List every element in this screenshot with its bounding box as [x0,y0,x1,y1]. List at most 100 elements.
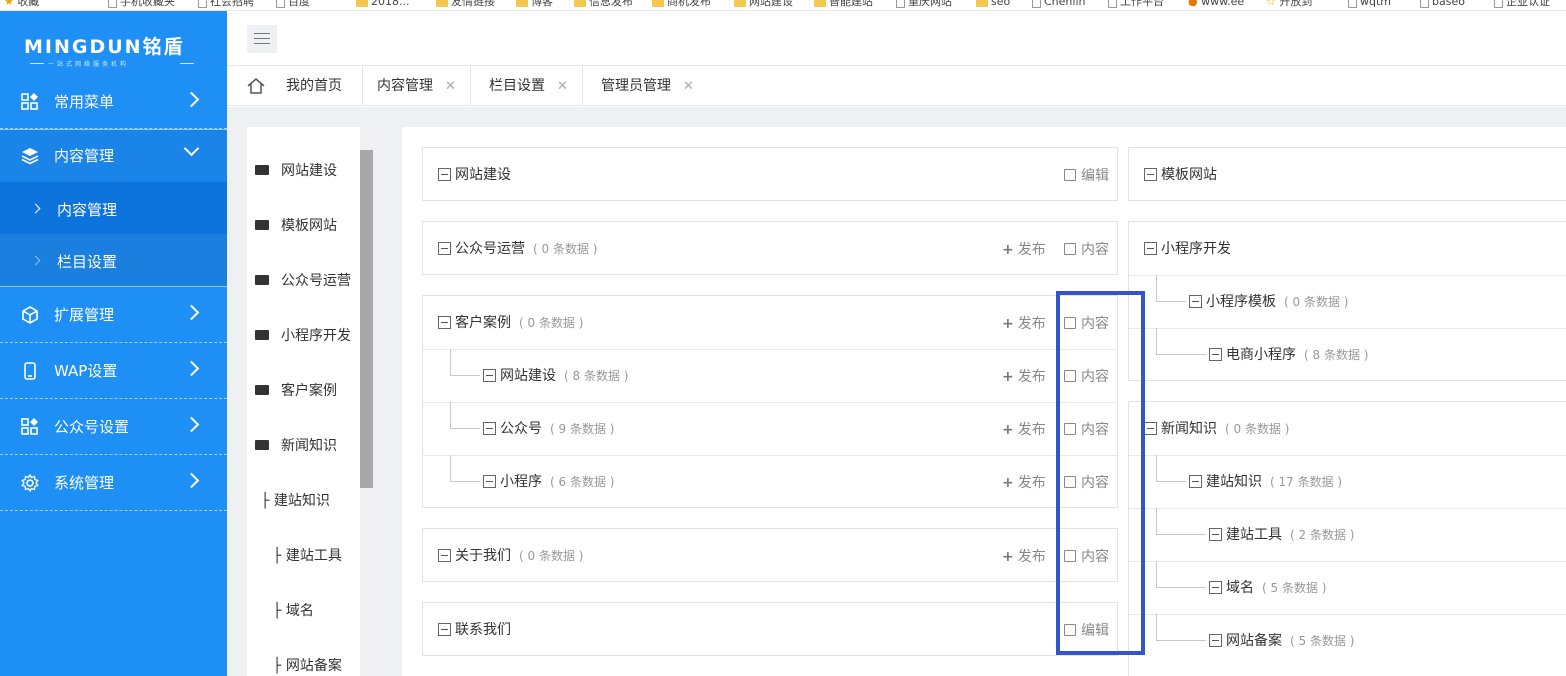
folder-icon [436,0,448,7]
sidebar-subitem-content[interactable]: 内容管理 [0,182,227,234]
folder-open-icon [255,220,269,230]
bookmark-item[interactable]: 友情链接 [436,0,495,10]
publish-button[interactable]: + 发布 [1002,472,1046,492]
column-box: 关于我们( 0 条数据 ) + 发布 内容 [422,528,1118,582]
sidebar-menu: 常用菜单 内容管理 内容管理 栏目设置 扩展管理 WAP设置 公众号设置 系统管… [0,74,227,511]
collapse-icon[interactable] [483,422,496,435]
category-item[interactable]: ├ 建站知识 [261,490,330,510]
bookmark-item[interactable]: seo [976,0,1010,10]
bookmark-item[interactable]: 2018... [356,0,409,10]
sidebar-item-common-menu[interactable]: 常用菜单 [0,74,227,129]
category-item[interactable]: 客户案例 [255,380,337,400]
category-item[interactable]: ├ 网站备案 [273,655,342,675]
collapse-icon[interactable] [438,316,451,329]
collapse-icon[interactable] [1144,242,1157,255]
tab-column-settings[interactable]: 栏目设置 ✕ [474,66,583,106]
bookmark-label: 智能建站 [829,0,873,8]
publish-label: 发布 [1017,242,1046,258]
publish-button[interactable]: + 发布 [1002,313,1046,333]
chevron-right-icon [183,304,200,321]
collapse-icon[interactable] [438,623,451,636]
bookmark-item[interactable]: 商机发布 [652,0,711,10]
sidebar-item-wap-settings[interactable]: WAP设置 [0,343,227,399]
bookmark-item[interactable]: ★ 收藏 [4,0,39,10]
publish-button[interactable]: + 发布 [1002,419,1046,439]
category-item[interactable]: 新闻知识 [255,435,337,455]
collapse-icon[interactable] [1189,475,1202,488]
folder-icon [814,0,826,7]
sidebar-item-system[interactable]: 系统管理 [0,455,227,511]
bookmark-item[interactable]: 智能建站 [814,0,873,10]
bookmark-item[interactable]: 网站建设 [734,0,793,10]
edit-icon [1064,243,1076,255]
bookmark-item[interactable]: ☆ 开放到 [1266,0,1312,10]
mobile-icon [24,362,36,380]
collapse-icon[interactable] [1209,348,1222,361]
menu-toggle-button[interactable] [247,25,277,53]
sidebar-subitem-column-settings[interactable]: 栏目设置 [0,234,227,286]
bookmark-item[interactable]: baseo [1420,0,1465,10]
category-label: 客户案例 [281,383,337,399]
publish-label: 发布 [1017,549,1046,565]
collapse-icon[interactable] [483,475,496,488]
category-item[interactable]: 公众号运营 [255,270,351,290]
collapse-icon[interactable] [1209,581,1222,594]
category-item[interactable]: ├ 建站工具 [273,545,342,565]
column-title: 模板网站 [1161,167,1217,183]
column-title-text: 客户案例 [455,315,511,331]
tab-content-management[interactable]: 内容管理 ✕ [362,66,471,106]
edit-button[interactable]: 编辑 [1064,165,1109,185]
category-item[interactable]: 模板网站 [255,215,337,235]
close-icon[interactable]: ✕ [445,79,456,94]
bookmark-item[interactable]: 企业认证 [1494,0,1550,10]
bookmark-label: 工作平台 [1120,0,1164,8]
collapse-icon[interactable] [438,242,451,255]
layers-icon [21,148,39,165]
collapse-icon[interactable] [438,549,451,562]
bookmark-item[interactable]: 博客 [516,0,553,10]
collapse-icon[interactable] [1209,528,1222,541]
column-title-text: 新闻知识 [1161,421,1217,437]
top-bar [227,11,1566,66]
close-icon[interactable]: ✕ [683,79,694,94]
bookmark-item[interactable]: 信息发布 [574,0,633,10]
bookmark-item[interactable]: wqtm [1348,0,1391,10]
bookmark-item[interactable]: 百度 [276,0,310,10]
bookmark-item[interactable]: 手机收藏夹 [108,0,175,10]
scrollbar-thumb[interactable] [360,150,373,488]
category-item[interactable]: ├ 域名 [273,600,314,620]
bookmark-item[interactable]: ● www.ee [1188,0,1244,10]
sidebar-item-label: 公众号设置 [54,418,130,436]
collapse-icon[interactable] [1144,422,1157,435]
bookmark-item[interactable]: 社会招聘 [198,0,254,10]
collapse-icon[interactable] [1189,295,1202,308]
close-icon[interactable]: ✕ [557,79,568,94]
collapse-icon[interactable] [1209,634,1222,647]
collapse-icon[interactable] [1144,168,1157,181]
category-item[interactable]: 小程序开发 [255,325,351,345]
sidebar-item-extensions[interactable]: 扩展管理 [0,287,227,343]
category-label: ├ 建站工具 [273,548,342,564]
edit-icon [1064,169,1076,181]
publish-button[interactable]: + 发布 [1002,546,1046,566]
content-button[interactable]: 内容 [1064,239,1109,259]
tree-line [1156,561,1157,587]
category-item[interactable]: 网站建设 [255,160,337,180]
publish-label: 发布 [1017,369,1046,385]
sidebar-item-label: WAP设置 [54,362,118,380]
publish-button[interactable]: + 发布 [1002,239,1046,259]
tab-home[interactable]: 我的首页 [286,66,363,106]
home-icon[interactable] [247,78,265,94]
column-box: 联系我们 编辑 [422,602,1118,656]
collapse-icon[interactable] [483,369,496,382]
bookmark-item[interactable]: 重庆网站 [896,0,952,10]
bookmark-item[interactable]: Chenlin [1032,0,1085,10]
column-title-text: 建站知识 [1206,474,1262,490]
page-icon [896,0,905,8]
tab-admin-management[interactable]: 管理员管理 ✕ [586,66,708,106]
bookmark-item[interactable]: 工作平台 [1108,0,1164,10]
collapse-icon[interactable] [438,168,451,181]
sidebar-item-wechat-settings[interactable]: 公众号设置 [0,399,227,455]
sidebar-item-content-management[interactable]: 内容管理 [0,130,227,182]
publish-button[interactable]: + 发布 [1002,366,1046,386]
